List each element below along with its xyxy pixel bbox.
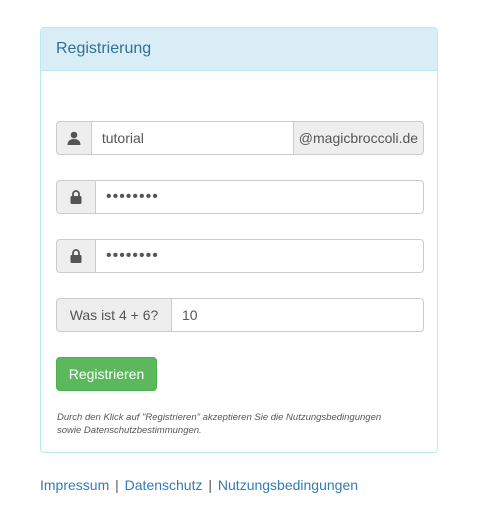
password-confirm-input[interactable]: •••••••• (95, 239, 424, 273)
captcha-input[interactable] (171, 298, 424, 332)
password-input[interactable]: •••••••• (95, 180, 424, 214)
terms-line-2: sowie Datenschutzbestimmungen. (57, 425, 202, 436)
terms-notice: Durch den Klick auf "Registrieren" akzep… (57, 411, 417, 437)
terms-line-1: Durch den Klick auf "Registrieren" akzep… (57, 412, 382, 423)
registration-panel: Registrierung @magicbroccoli.de •••••••• (40, 27, 438, 453)
captcha-question: Was ist 4 + 6? (56, 298, 171, 332)
impressum-link[interactable]: Impressum (40, 477, 109, 493)
user-icon (56, 121, 91, 155)
register-button[interactable]: Registrieren (56, 357, 157, 391)
footer-separator: | (208, 477, 213, 493)
nutzungsbedingungen-link[interactable]: Nutzungsbedingungen (218, 477, 358, 493)
password-confirm-group: •••••••• (56, 239, 424, 273)
footer-links: Impressum | Datenschutz | Nutzungsbeding… (40, 477, 358, 493)
footer-separator: | (115, 477, 119, 493)
lock-icon (56, 239, 95, 273)
domain-suffix: @magicbroccoli.de (293, 121, 424, 155)
captcha-group: Was ist 4 + 6? (56, 298, 424, 332)
username-input[interactable] (90, 121, 294, 155)
password-group: •••••••• (56, 180, 424, 214)
lock-icon (56, 180, 95, 214)
username-group: @magicbroccoli.de (56, 121, 424, 155)
panel-title: Registrierung (41, 28, 437, 71)
datenschutz-link[interactable]: Datenschutz (125, 477, 203, 493)
